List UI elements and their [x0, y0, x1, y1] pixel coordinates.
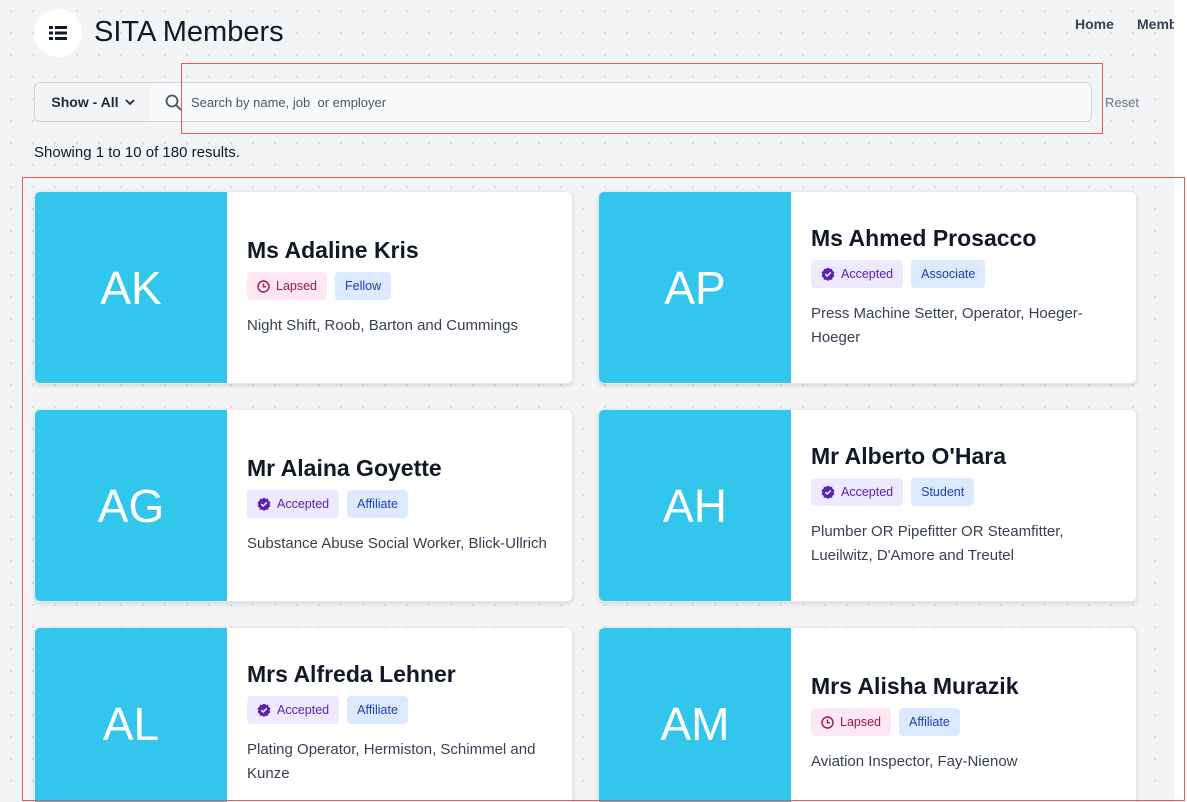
- status-badge: Accepted: [247, 696, 340, 724]
- membership-type-badge: Affiliate: [899, 708, 960, 736]
- verified-check-icon: [257, 703, 271, 717]
- member-name: Mrs Alfreda Lehner: [247, 661, 456, 687]
- status-badge: Accepted: [811, 478, 904, 506]
- member-card[interactable]: AM Mrs Alisha Murazik Lapsed Affiliate A…: [598, 627, 1137, 802]
- status-badge: Lapsed: [247, 272, 328, 300]
- member-name: Ms Adaline Kris: [247, 237, 419, 263]
- member-job-employer: Substance Abuse Social Worker, Blick-Ull…: [247, 535, 547, 552]
- avatar: AL: [35, 628, 227, 802]
- status-label: Accepted: [841, 485, 894, 499]
- membership-type-badge: Student: [911, 478, 975, 506]
- status-badge: Accepted: [247, 490, 340, 518]
- status-label: Accepted: [841, 267, 894, 281]
- search-input[interactable]: [191, 83, 1081, 121]
- filter-label: Show - All: [51, 94, 119, 110]
- show-filter-dropdown[interactable]: Show - All: [34, 82, 152, 122]
- membership-type-badge: Affiliate: [347, 696, 408, 724]
- member-card[interactable]: AG Mr Alaina Goyette Accepted Affiliate …: [34, 409, 573, 602]
- membership-type-badge: Fellow: [335, 272, 392, 300]
- search-bar: [151, 82, 1092, 122]
- member-job-employer: Press Machine Setter, Operator, Hoeger-H…: [811, 305, 1083, 346]
- chevron-down-icon: [124, 98, 135, 105]
- status-badge: Accepted: [811, 260, 904, 288]
- reset-link[interactable]: Reset: [1105, 95, 1139, 110]
- member-card[interactable]: AP Ms Ahmed Prosacco Accepted Associate …: [598, 191, 1137, 384]
- right-edge-strip: [1174, 0, 1187, 802]
- member-name: Mr Alberto O'Hara: [811, 443, 1007, 469]
- verified-check-icon: [257, 497, 271, 511]
- clock-icon: [821, 715, 834, 729]
- verified-check-icon: [821, 267, 835, 281]
- member-job-employer: Plating Operator, Hermiston, Schimmel an…: [247, 741, 536, 782]
- clock-icon: [257, 279, 270, 293]
- member-job-employer: Aviation Inspector, Fay-Nienow: [811, 753, 1018, 770]
- avatar: AG: [35, 410, 227, 601]
- member-card[interactable]: AK Ms Adaline Kris Lapsed Fellow Night S…: [34, 191, 573, 384]
- membership-type-badge: Affiliate: [347, 490, 408, 518]
- status-badge: Lapsed: [811, 708, 892, 736]
- search-icon: [165, 94, 182, 111]
- status-label: Accepted: [277, 497, 330, 511]
- member-name: Mrs Alisha Murazik: [811, 673, 1019, 699]
- member-job-employer: Plumber OR Pipefitter OR Steamfitter, Lu…: [811, 523, 1064, 564]
- verified-check-icon: [821, 485, 835, 499]
- avatar: AK: [35, 192, 227, 383]
- results-count: Showing 1 to 10 of 180 results.: [34, 144, 240, 161]
- member-name: Ms Ahmed Prosacco: [811, 225, 1037, 251]
- logo[interactable]: [34, 9, 82, 57]
- member-job-employer: Night Shift, Roob, Barton and Cummings: [247, 317, 518, 334]
- nav-link-members[interactable]: Members: [1137, 16, 1174, 32]
- member-name: Mr Alaina Goyette: [247, 455, 442, 481]
- avatar: AH: [599, 410, 791, 601]
- list-icon: [49, 26, 67, 40]
- status-label: Lapsed: [276, 279, 318, 293]
- status-label: Accepted: [277, 703, 330, 717]
- avatar: AP: [599, 192, 791, 383]
- member-card[interactable]: AL Mrs Alfreda Lehner Accepted Affiliate…: [34, 627, 573, 802]
- page-title: SITA Members: [94, 16, 284, 48]
- avatar: AM: [599, 628, 791, 802]
- member-card[interactable]: AH Mr Alberto O'Hara Accepted Student Pl…: [598, 409, 1137, 602]
- membership-type-badge: Associate: [911, 260, 986, 288]
- status-label: Lapsed: [840, 715, 882, 729]
- nav-link-home[interactable]: Home: [1075, 16, 1114, 32]
